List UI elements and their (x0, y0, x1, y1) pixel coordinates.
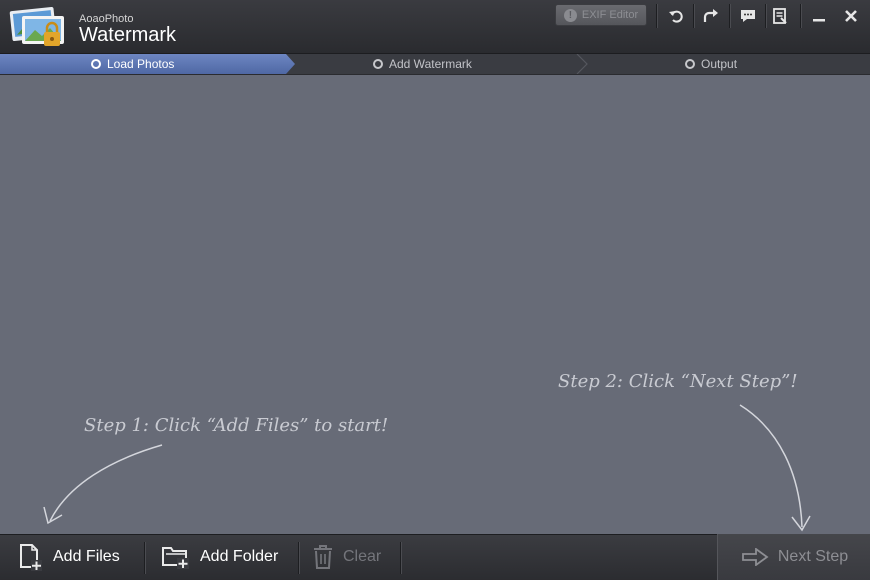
clear-button[interactable]: Clear (312, 534, 381, 580)
step-add-watermark[interactable]: Add Watermark (373, 54, 472, 74)
step-label: Load Photos (107, 57, 175, 71)
app-window: AoaoPhoto Watermark ! EXIF Editor Load P… (0, 0, 870, 580)
add-file-icon (20, 544, 42, 571)
step-divider-icon (576, 54, 588, 74)
close-button[interactable] (837, 3, 865, 29)
add-files-button[interactable]: Add Files (18, 534, 120, 580)
app-title: Watermark (79, 24, 177, 46)
next-step-label: Next Step (777, 548, 849, 565)
add-folder-button[interactable]: Add Folder (161, 534, 278, 580)
undo-icon (669, 10, 683, 23)
toolbar-separator (800, 4, 801, 28)
step-label: Output (701, 57, 738, 71)
step-indicator-icon (91, 59, 101, 69)
toolbar-separator (729, 4, 730, 28)
feedback-button[interactable] (734, 3, 762, 29)
add-folder-icon (162, 547, 189, 569)
add-files-label: Add Files (53, 548, 120, 565)
toolbar-separator (298, 542, 299, 574)
toolbar-separator (693, 4, 694, 28)
minimize-button[interactable] (805, 3, 833, 29)
step-output[interactable]: Output (685, 54, 737, 74)
redo-button[interactable] (697, 3, 725, 29)
undo-button[interactable] (662, 3, 690, 29)
toolbar-separator (400, 542, 401, 574)
toolbar-separator (144, 542, 145, 574)
trash-icon (314, 545, 332, 569)
warning-icon: ! (563, 8, 577, 22)
step2-arrow-icon (739, 404, 803, 528)
arrow-right-icon (741, 548, 769, 566)
toolbar-separator (656, 4, 657, 28)
redo-icon (703, 9, 718, 22)
step2-hint: Step 2: Click “Next Step”! (558, 371, 798, 392)
app-logo-icon (9, 6, 64, 46)
step1-arrow-icon (49, 444, 163, 522)
step1-hint: Step 1: Click “Add Files” to start! (84, 415, 389, 436)
close-icon (845, 10, 857, 22)
notes-icon (773, 8, 787, 24)
exif-editor-button[interactable]: ! EXIF Editor (555, 4, 647, 26)
clear-label: Clear (343, 548, 382, 565)
minimize-icon (813, 19, 825, 22)
photo-drop-area[interactable]: Step 1: Click “Add Files” to start! Step… (0, 75, 870, 534)
step-label: Add Watermark (389, 57, 472, 71)
notes-button[interactable] (766, 3, 794, 29)
hint-arrows (43, 404, 811, 532)
next-step-button[interactable]: Next Step (717, 534, 870, 580)
title-bar: AoaoPhoto Watermark ! EXIF Editor (0, 0, 870, 54)
step-load-photos[interactable]: Load Photos (91, 54, 174, 74)
chat-icon (741, 10, 755, 22)
step-indicator-icon (373, 59, 383, 69)
add-folder-label: Add Folder (200, 548, 279, 565)
exif-editor-label: EXIF Editor (581, 9, 639, 21)
step-indicator-icon (685, 59, 695, 69)
